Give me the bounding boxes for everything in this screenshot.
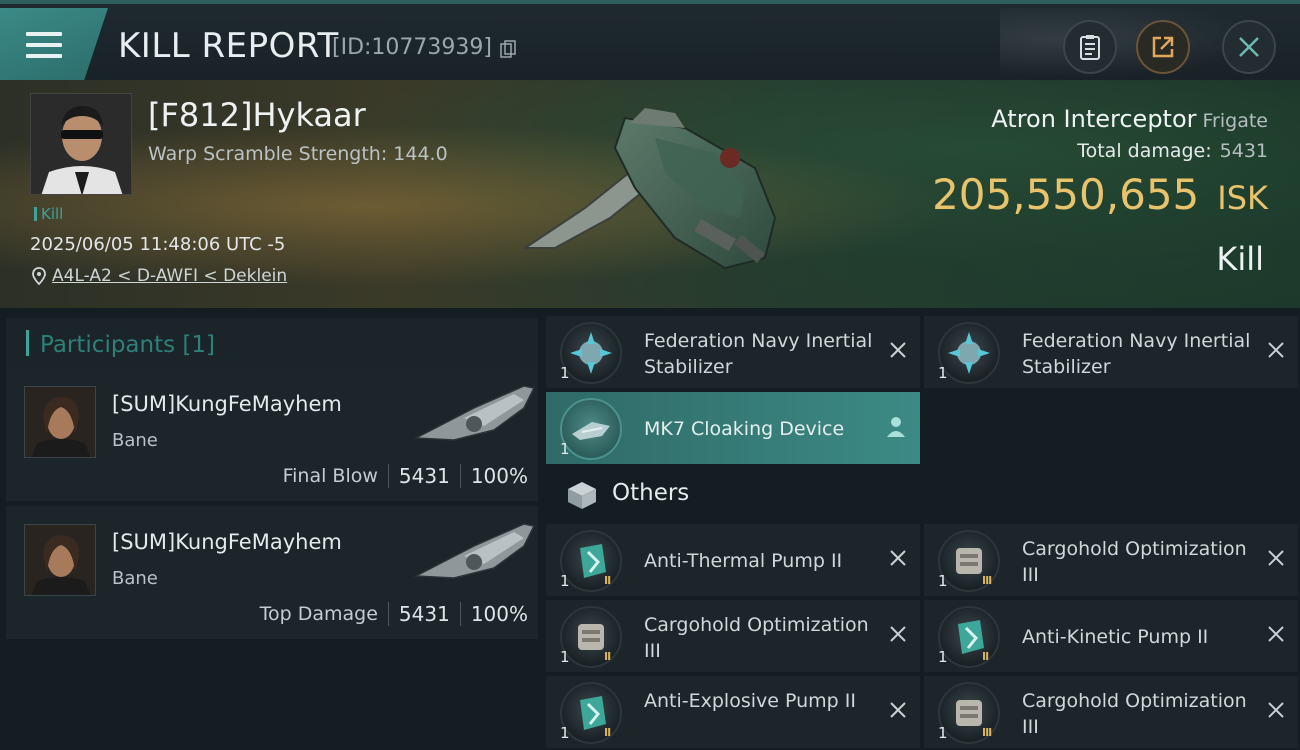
victim-stat: Warp Scramble Strength: 144.0 — [148, 143, 448, 165]
cargo-item[interactable]: II 1 Anti-Kinetic Pump II — [924, 600, 1298, 672]
victim-name: [F812]Hykaar — [148, 96, 366, 134]
destroyed-icon — [890, 702, 906, 718]
participant-avatar[interactable] — [24, 524, 96, 596]
module-item-dropped[interactable]: 1 MK7 Cloaking Device — [546, 392, 920, 464]
participants-panel: Participants [1] [SUM]KungFeMayhem Bane … — [0, 308, 540, 750]
destroyed-icon — [1268, 702, 1284, 718]
item-name: Anti-Kinetic Pump II — [1022, 626, 1209, 648]
item-name: Cargohold Optimization III — [1022, 690, 1247, 738]
item-name: Federation Navy Inertial Stabilizer — [1022, 330, 1251, 378]
destroyed-icon — [1268, 550, 1284, 566]
item-name: Cargohold Optimization III — [644, 614, 869, 662]
cargo-box-icon — [568, 482, 596, 509]
participant-ship: Bane — [112, 430, 158, 451]
clipboard-icon — [1080, 35, 1100, 60]
module-item[interactable]: 1 Federation Navy Inertial Stabilizer — [924, 316, 1298, 388]
kill-summary-banner: [F812]Hykaar Warp Scramble Strength: 144… — [0, 80, 1300, 308]
destroyed-icon — [890, 626, 906, 642]
close-button[interactable] — [1222, 20, 1276, 74]
kill-location[interactable]: A4L-A2 < D-AWFI < Deklein — [32, 266, 287, 286]
item-name: Anti-Thermal Pump II — [644, 550, 843, 572]
share-icon — [1152, 36, 1174, 58]
person-icon — [887, 417, 905, 437]
item-name: Cargohold Optimization III — [1022, 538, 1247, 586]
menu-button[interactable] — [0, 8, 108, 80]
participant-ship: Bane — [112, 568, 158, 589]
participant-stats: Final Blow 5431 100% — [282, 464, 528, 488]
participant-row[interactable]: [SUM]KungFeMayhem Bane Top Damage 5431 1… — [6, 506, 538, 639]
item-name: Anti-Explosive Pump II — [644, 690, 856, 712]
cargo-item[interactable]: III 1 Cargohold Optimization III — [924, 524, 1298, 596]
victim-ship-image[interactable] — [515, 98, 785, 284]
participant-ship-icon — [414, 385, 536, 441]
destroyed-icon — [890, 550, 906, 566]
cargo-item[interactable]: III 1 Cargohold Optimization III — [924, 676, 1298, 748]
page-title: KILL REPORT — [118, 26, 339, 66]
cargo-item[interactable]: II 1 Anti-Thermal Pump II — [546, 524, 920, 596]
item-name: MK7 Cloaking Device — [644, 418, 845, 440]
participant-name[interactable]: [SUM]KungFeMayhem — [112, 392, 342, 416]
copy-icon[interactable] — [500, 40, 516, 58]
destroyed-icon — [1268, 342, 1284, 358]
participant-stats: Top Damage 5431 100% — [259, 602, 528, 626]
module-item[interactable]: 1 Federation Navy Inertial Stabilizer — [546, 316, 920, 388]
clipboard-button[interactable] — [1063, 20, 1117, 74]
cargo-item[interactable]: II 1 Anti-Explosive Pump II — [546, 676, 920, 748]
others-section-header: Others — [546, 468, 1300, 518]
total-damage: Total damage: 5431 — [1077, 140, 1268, 162]
destroyed-icon — [890, 342, 906, 358]
participant-name[interactable]: [SUM]KungFeMayhem — [112, 530, 342, 554]
isk-value: 205,550,655 ISK — [932, 170, 1268, 219]
item-name: Federation Navy Inertial Stabilizer — [644, 330, 873, 378]
report-id: [ID:10773939] — [332, 35, 492, 60]
participant-ship-icon — [414, 523, 536, 579]
share-button[interactable] — [1136, 20, 1190, 74]
top-bar: KILL REPORT [ID:10773939] — [0, 0, 1300, 84]
participant-row[interactable]: [SUM]KungFeMayhem Bane Final Blow 5431 1… — [6, 368, 538, 501]
ship-type: Atron Interceptor Frigate — [991, 105, 1268, 133]
destroyed-icon — [1268, 626, 1284, 642]
hamburger-icon — [26, 32, 62, 36]
items-panel: 1 Federation Navy Inertial Stabilizer 1 … — [540, 308, 1300, 750]
close-icon — [1239, 37, 1259, 57]
result-label: Kill — [1216, 240, 1264, 278]
participant-avatar[interactable] — [24, 386, 96, 458]
kill-tag: Kill — [34, 205, 63, 223]
victim-portrait[interactable] — [30, 93, 132, 195]
cargo-item[interactable]: II 1 Cargohold Optimization III — [546, 600, 920, 672]
location-pin-icon — [32, 267, 46, 285]
kill-datetime: 2025/06/05 11:48:06 UTC -5 — [30, 234, 286, 255]
participants-header: Participants [1] — [6, 318, 538, 372]
